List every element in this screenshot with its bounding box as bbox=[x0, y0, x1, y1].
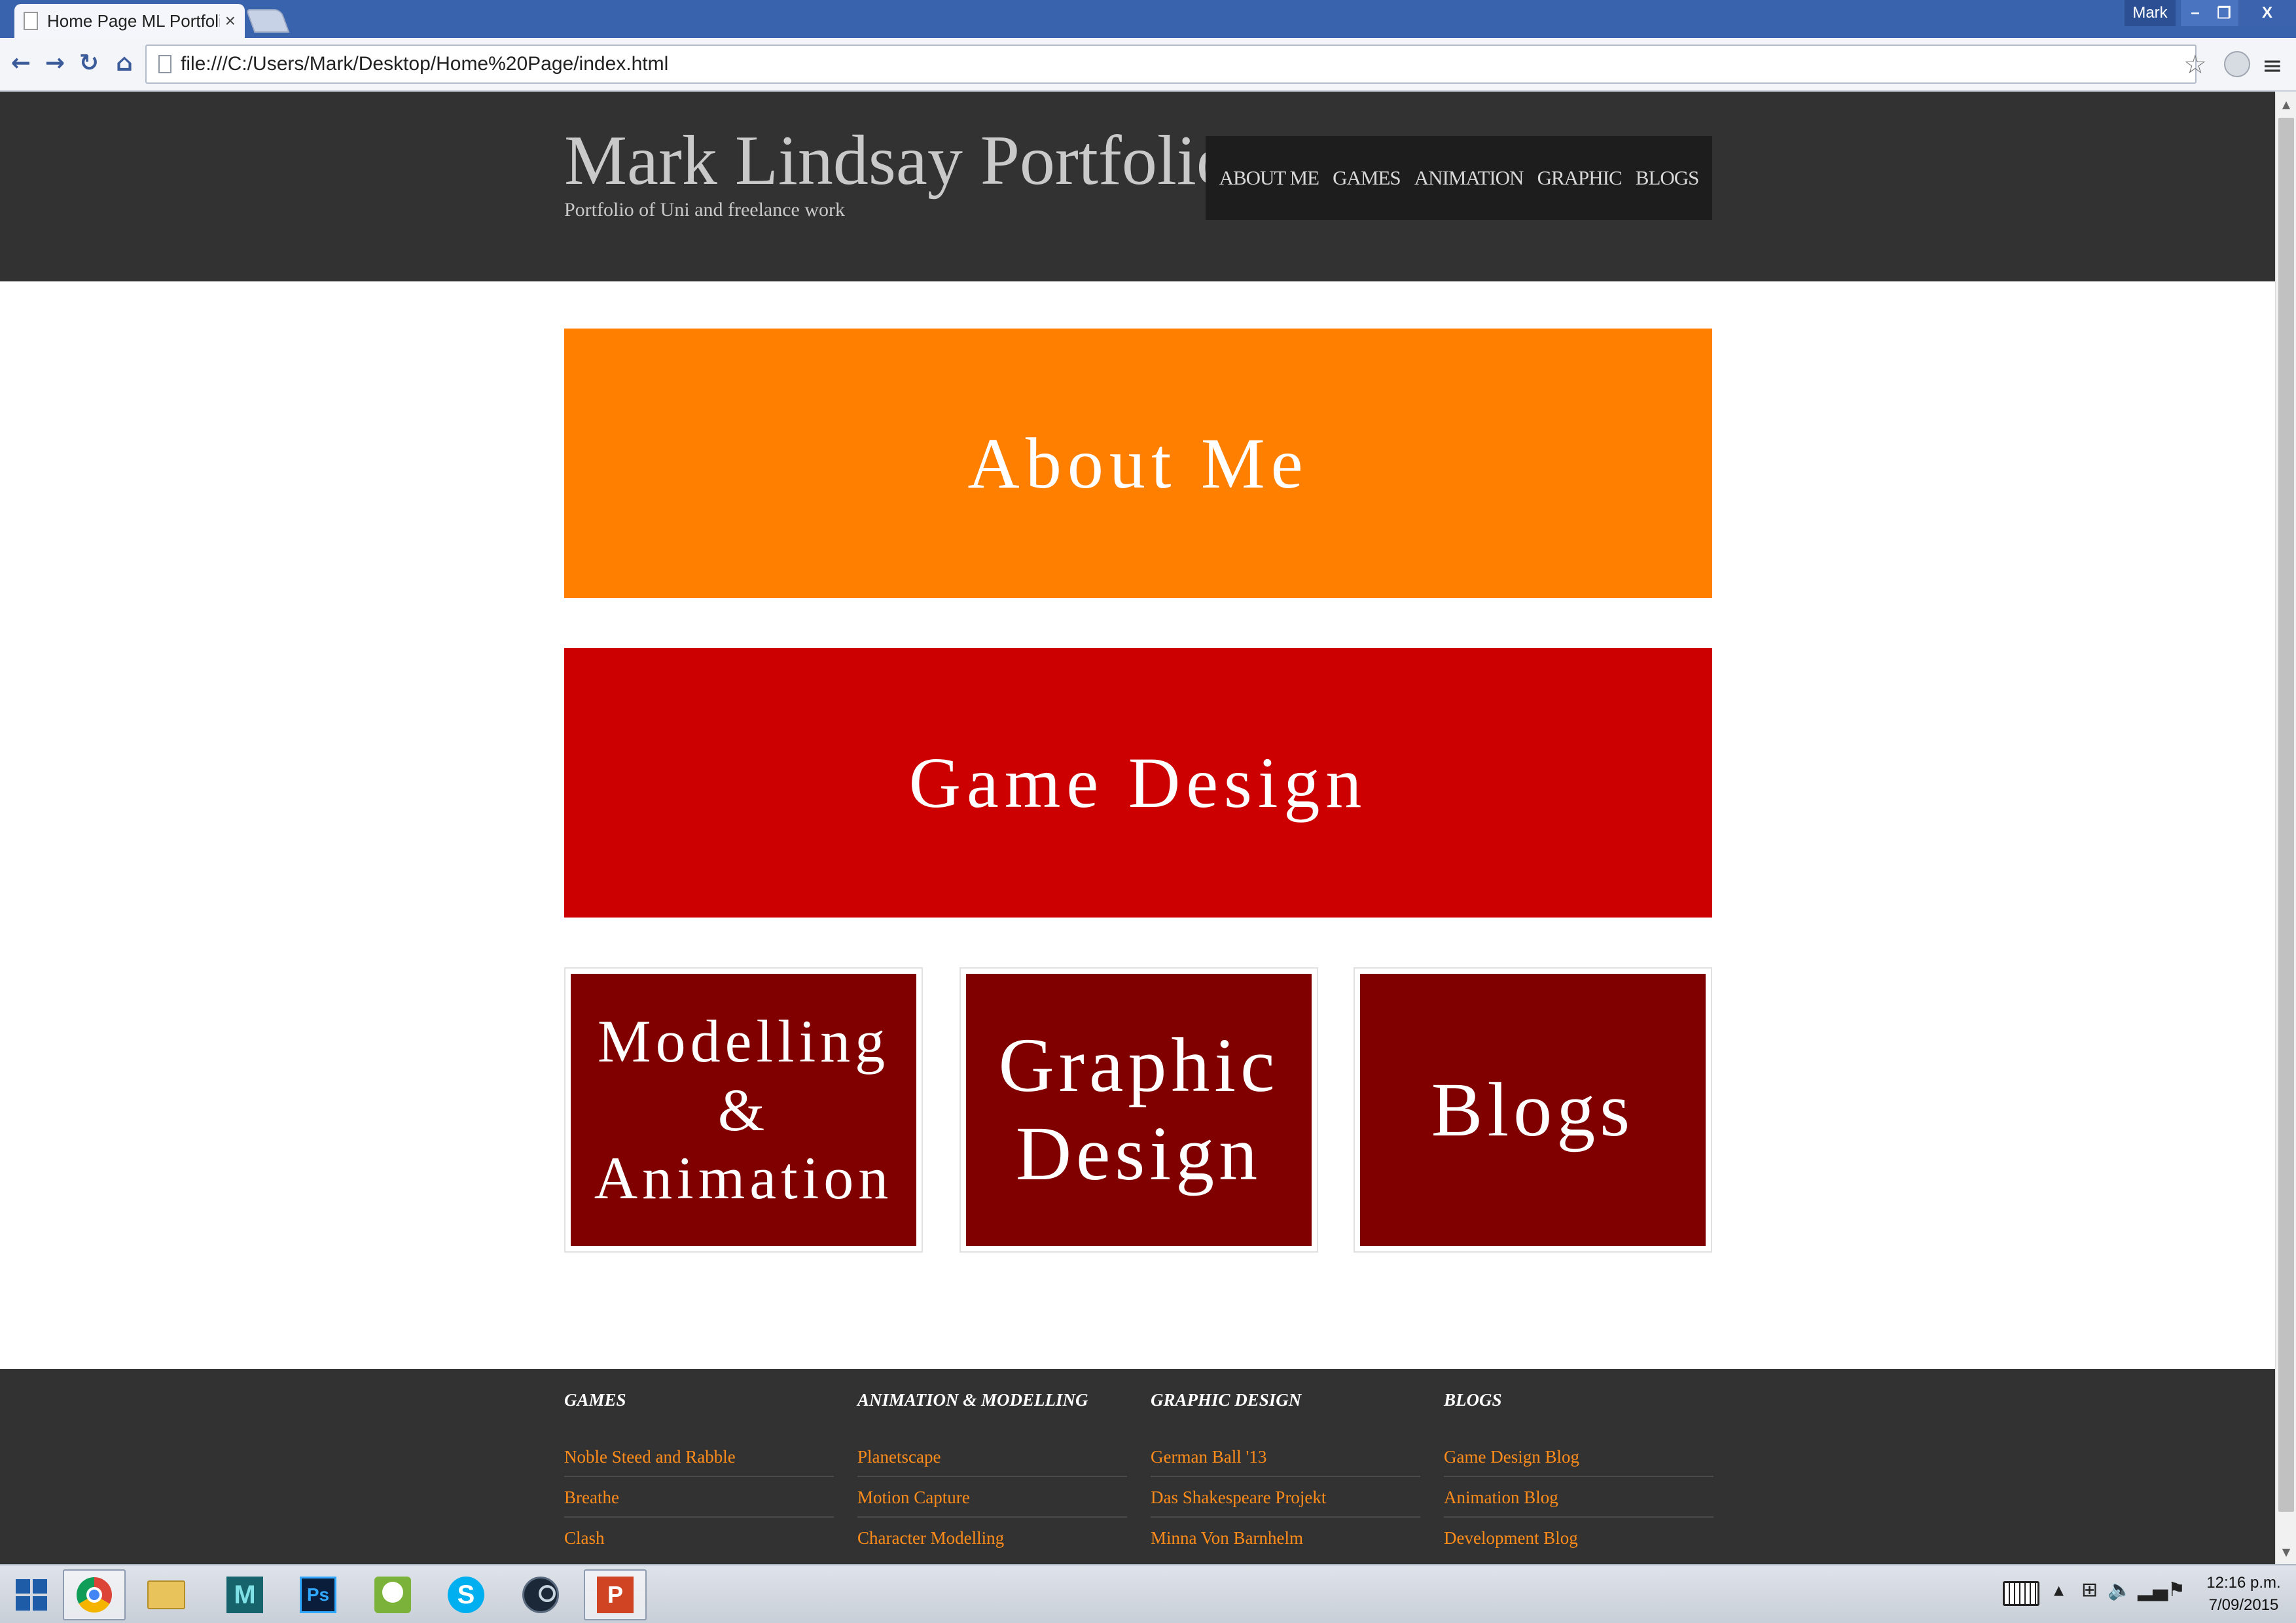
footer-heading: ANIMATION & MODELLING bbox=[857, 1390, 1088, 1410]
footer-heading: BLOGS bbox=[1444, 1390, 1502, 1410]
extension-icon[interactable] bbox=[2224, 51, 2250, 77]
taskbar-chrome[interactable] bbox=[63, 1569, 126, 1620]
taskbar-clock[interactable]: 12:16 p.m. 7/09/2015 bbox=[2199, 1572, 2288, 1616]
footer-column-animation: ANIMATION & MODELLING Planetscape Motion… bbox=[857, 1390, 1127, 1558]
taskbar-photoshop[interactable]: Ps bbox=[287, 1569, 350, 1620]
start-icon bbox=[16, 1579, 47, 1611]
close-window-button[interactable]: X bbox=[2238, 0, 2296, 26]
minimize-button[interactable]: – bbox=[2181, 0, 2210, 26]
tab-close-icon[interactable]: × bbox=[225, 10, 236, 31]
windows-taskbar: M Ps S P ▴ ⊞ 🔈 ▂▄ ⚑ 12:16 p.m. 7/09/2015 bbox=[0, 1564, 2296, 1623]
nav-animation[interactable]: ANIMATION bbox=[1414, 166, 1524, 190]
forward-icon[interactable]: → bbox=[39, 47, 71, 79]
blogs-tile-frame: Blogs bbox=[1354, 967, 1712, 1253]
site-title[interactable]: Mark Lindsay Portfolio bbox=[564, 120, 1232, 202]
site-header: Mark Lindsay Portfolio Portfolio of Uni … bbox=[0, 92, 2275, 281]
about-me-tile[interactable]: About Me bbox=[564, 329, 1712, 598]
document-icon bbox=[158, 55, 171, 73]
scroll-down-icon[interactable]: ▼ bbox=[2276, 1542, 2296, 1561]
powerpoint-icon: P bbox=[597, 1577, 634, 1613]
graphic-design-tile[interactable]: Graphic Design bbox=[966, 974, 1312, 1246]
footer-link[interactable]: German Ball '13 bbox=[1151, 1444, 1420, 1477]
about-me-label: About Me bbox=[967, 423, 1309, 503]
browser-toolbar: ← → ↻ ⌂ file:///C:/Users/Mark/Desktop/Ho… bbox=[0, 38, 2296, 92]
new-tab-button[interactable] bbox=[245, 9, 290, 33]
page-scrollbar[interactable]: ▲ ▼ bbox=[2275, 92, 2296, 1564]
nav-graphic[interactable]: GRAPHIC bbox=[1537, 166, 1623, 190]
game-design-label: Game Design bbox=[908, 742, 1368, 823]
steam-icon bbox=[522, 1577, 559, 1613]
footer-column-graphic: GRAPHIC DESIGN German Ball '13 Das Shake… bbox=[1151, 1390, 1420, 1558]
taskbar-steam[interactable] bbox=[509, 1569, 572, 1620]
address-bar[interactable]: file:///C:/Users/Mark/Desktop/Home%20Pag… bbox=[145, 45, 2197, 84]
footer-link[interactable]: Noble Steed and Rabble bbox=[564, 1444, 834, 1477]
main-nav: ABOUT ME GAMES ANIMATION GRAPHIC BLOGS bbox=[1206, 136, 1712, 220]
maya-icon: M bbox=[226, 1577, 263, 1613]
animation-tile-frame: Modelling & Animation bbox=[564, 967, 923, 1253]
footer-column-games: GAMES Noble Steed and Rabble Breathe Cla… bbox=[564, 1390, 834, 1558]
scroll-thumb[interactable] bbox=[2278, 118, 2294, 1512]
game-design-tile[interactable]: Game Design bbox=[564, 648, 1712, 918]
footer-column-blogs: BLOGS Game Design Blog Animation Blog De… bbox=[1444, 1390, 1713, 1558]
nav-games[interactable]: GAMES bbox=[1333, 166, 1401, 190]
home-icon[interactable]: ⌂ bbox=[109, 47, 140, 79]
modelling-animation-tile[interactable]: Modelling & Animation bbox=[571, 974, 916, 1246]
footer-link[interactable]: Motion Capture bbox=[857, 1477, 1127, 1518]
graphic-label-line2: Design bbox=[1015, 1111, 1263, 1196]
maximize-button[interactable]: ❐ bbox=[2210, 0, 2238, 26]
tab-title: Home Page ML Portfolio bbox=[47, 10, 220, 31]
footer-link[interactable]: Planetscape bbox=[857, 1444, 1127, 1477]
blogs-label: Blogs bbox=[1431, 1066, 1635, 1152]
tree-app-icon bbox=[374, 1577, 411, 1613]
footer-link[interactable]: Breathe bbox=[564, 1477, 834, 1518]
site-footer: GAMES Noble Steed and Rabble Breathe Cla… bbox=[0, 1369, 2275, 1564]
footer-link[interactable]: Animation Blog bbox=[1444, 1477, 1713, 1518]
graphic-tile-frame: Graphic Design bbox=[960, 967, 1318, 1253]
taskbar-tree-app[interactable] bbox=[361, 1569, 424, 1620]
footer-link[interactable]: Clash bbox=[564, 1518, 834, 1558]
site-tagline: Portfolio of Uni and freelance work bbox=[564, 199, 846, 221]
nav-about-me[interactable]: ABOUT ME bbox=[1219, 166, 1319, 190]
page-icon bbox=[24, 12, 38, 30]
network-icon[interactable]: ▂▄ bbox=[2138, 1578, 2168, 1601]
skype-icon: S bbox=[448, 1577, 484, 1613]
chrome-icon bbox=[77, 1577, 112, 1613]
back-icon[interactable]: ← bbox=[5, 47, 37, 79]
animation-label-line1: Modelling & bbox=[597, 1007, 890, 1143]
scroll-up-icon[interactable]: ▲ bbox=[2276, 94, 2296, 114]
menu-icon[interactable]: ≡ bbox=[2262, 51, 2283, 80]
graphic-label-line1: Graphic bbox=[998, 1022, 1280, 1109]
windows-icon[interactable]: ⊞ bbox=[2081, 1578, 2098, 1601]
clock-date: 7/09/2015 bbox=[2208, 1596, 2279, 1614]
footer-heading: GAMES bbox=[564, 1390, 626, 1410]
taskbar-file-explorer[interactable] bbox=[135, 1569, 198, 1620]
nav-blogs[interactable]: BLOGS bbox=[1636, 166, 1700, 190]
taskbar-maya[interactable]: M bbox=[213, 1569, 276, 1620]
footer-link[interactable]: Development Blog bbox=[1444, 1518, 1713, 1558]
reload-icon[interactable]: ↻ bbox=[73, 47, 105, 79]
profile-badge[interactable]: Mark bbox=[2125, 0, 2176, 26]
footer-link[interactable]: Das Shakespeare Projekt bbox=[1151, 1477, 1420, 1518]
address-text: file:///C:/Users/Mark/Desktop/Home%20Pag… bbox=[181, 53, 669, 75]
taskbar-skype[interactable]: S bbox=[435, 1569, 497, 1620]
taskbar-powerpoint[interactable]: P bbox=[584, 1569, 647, 1620]
start-button[interactable] bbox=[0, 1569, 63, 1620]
browser-titlebar: Home Page ML Portfolio × Mark – ❐ X bbox=[0, 0, 2296, 38]
action-center-flag-icon[interactable]: ⚑ bbox=[2168, 1578, 2185, 1601]
volume-icon[interactable]: 🔈 bbox=[2108, 1578, 2132, 1601]
star-icon[interactable]: ☆ bbox=[2183, 50, 2207, 80]
footer-heading: GRAPHIC DESIGN bbox=[1151, 1390, 1302, 1410]
blogs-tile[interactable]: Blogs bbox=[1360, 974, 1706, 1246]
file-explorer-icon bbox=[147, 1580, 185, 1609]
footer-link[interactable]: Game Design Blog bbox=[1444, 1444, 1713, 1477]
clock-time: 12:16 p.m. bbox=[2206, 1574, 2281, 1592]
footer-link[interactable]: Character Modelling bbox=[857, 1518, 1127, 1558]
keyboard-icon[interactable] bbox=[2003, 1581, 2039, 1606]
tray-expand-icon[interactable]: ▴ bbox=[2054, 1578, 2064, 1601]
photoshop-icon: Ps bbox=[300, 1577, 336, 1613]
footer-link[interactable]: Minna Von Barnhelm bbox=[1151, 1518, 1420, 1558]
animation-label-line2: Animation bbox=[594, 1145, 893, 1212]
browser-tab[interactable]: Home Page ML Portfolio × bbox=[14, 4, 245, 38]
